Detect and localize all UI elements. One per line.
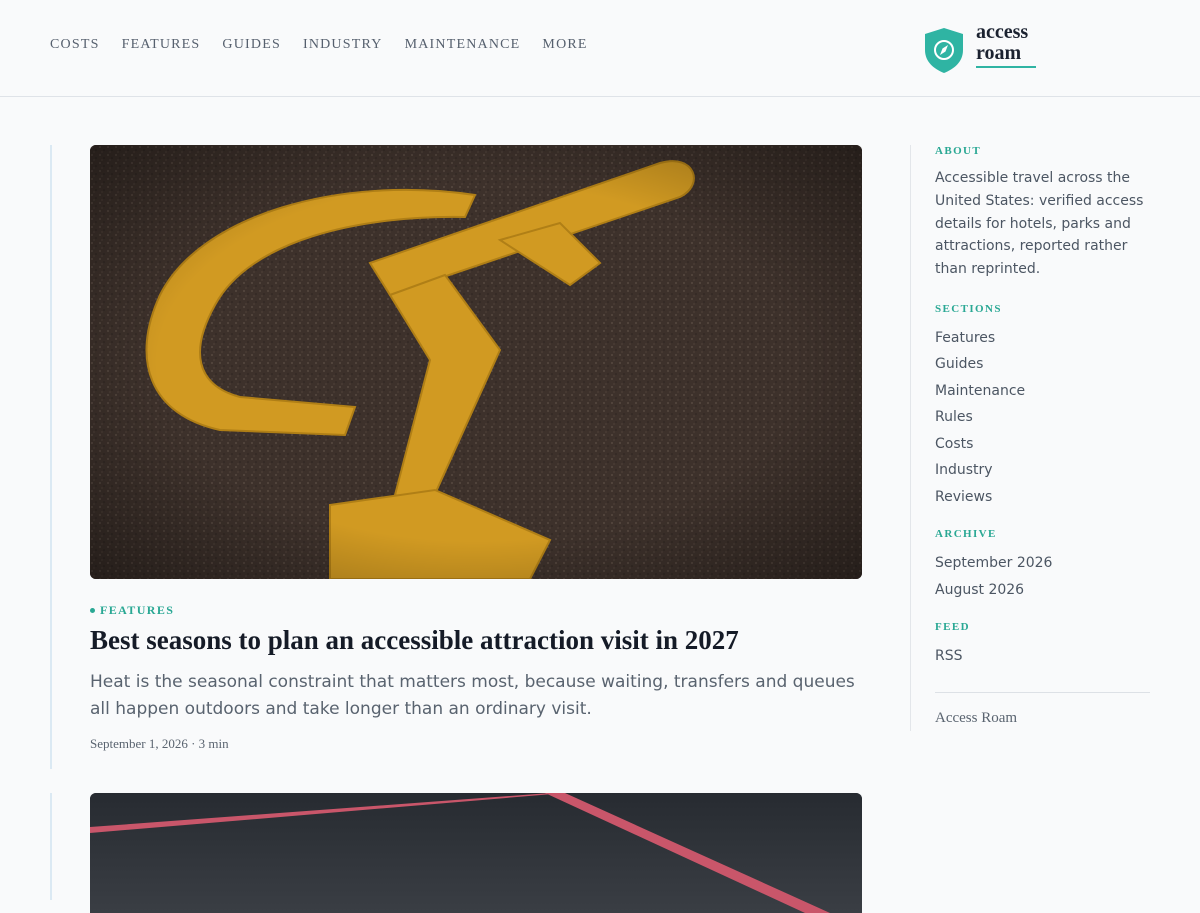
sidebar-about-text: Accessible travel across the United Stat… [935,170,1144,278]
sidebar-archive-heading: ARCHIVE [935,528,997,541]
logo-wordmark: access roam [976,22,1036,68]
sidebar-item-costs[interactable]: Costs [935,431,1150,458]
sidebar-archive-list: September 2026 August 2026 [935,550,1150,603]
article-card: FEATURES Best seasons to plan an accessi… [50,145,862,769]
compass-shield-icon [925,28,963,73]
sidebar-sections-heading: SECTIONS [935,302,1002,315]
wheelchair-parking-symbol-image [90,145,862,579]
article-image[interactable] [90,145,862,579]
sidebar-archive-september-2026[interactable]: September 2026 [935,550,1150,577]
article-meta: September 1, 2026 · 3 min [90,736,229,751]
site-header: COSTS FEATURES GUIDES INDUSTRY MAINTENAN… [0,0,1200,97]
nav-item-guides[interactable]: GUIDES [222,35,281,55]
sidebar-footer: Access Roam [935,709,1018,726]
sidebar-sections-list: Features Guides Maintenance Rules Costs … [935,325,1150,511]
sidebar-divider [935,691,1150,693]
main-nav: COSTS FEATURES GUIDES INDUSTRY MAINTENAN… [50,35,610,55]
sidebar-rss-link[interactable]: RSS [935,643,1150,670]
nav-item-maintenance[interactable]: MAINTENANCE [405,35,521,55]
nav-item-costs[interactable]: COSTS [50,35,100,55]
sidebar-item-guides[interactable]: Guides [935,351,1150,378]
article-summary: Heat is the seasonal constraint that mat… [90,672,855,719]
category-label: FEATURES [100,603,175,617]
sidebar-about-heading: ABOUT [935,145,982,157]
nav-item-more[interactable]: MORE [542,35,587,55]
site-logo[interactable]: access roam [922,22,1036,74]
sidebar-item-industry[interactable]: Industry [935,457,1150,484]
category-dot [90,608,95,613]
sidebar-item-rules[interactable]: Rules [935,404,1150,431]
sidebar-item-maintenance[interactable]: Maintenance [935,378,1150,405]
parking-lot-lines-image [90,793,862,913]
article-category[interactable]: FEATURES [90,603,174,618]
nav-item-features[interactable]: FEATURES [122,35,201,55]
sidebar-feed-list: RSS [935,643,1150,670]
sidebar-archive-august-2026[interactable]: August 2026 [935,577,1150,604]
logo-underline [976,66,1036,68]
logo-line-2: roam [976,42,1022,64]
article-image[interactable] [90,793,862,913]
logo-line-1: access [976,21,1029,43]
sidebar-item-reviews[interactable]: Reviews [935,484,1150,511]
sidebar-feed-heading: FEED [935,621,970,634]
article-title[interactable]: Best seasons to plan an accessible attra… [90,623,862,657]
sidebar: ABOUT Accessible travel across the Unite… [910,145,1150,731]
article-card [50,793,862,913]
nav-item-industry[interactable]: INDUSTRY [303,35,383,55]
sidebar-item-features[interactable]: Features [935,325,1150,352]
